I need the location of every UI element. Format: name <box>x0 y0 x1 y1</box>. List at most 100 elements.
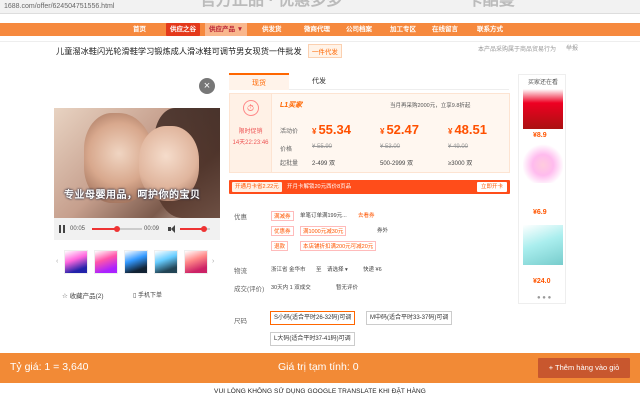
price-value: 52.47 <box>386 122 419 137</box>
size-option-l[interactable]: L大码(适合平时37-41码)可调 <box>270 332 355 346</box>
nav-item-home[interactable]: 首页 <box>133 23 146 36</box>
address-bar[interactable]: 1688.com/offer/624504751556.html 官方正品 · … <box>0 0 640 14</box>
thumbnail[interactable] <box>94 250 118 274</box>
carousel-dots[interactable]: ● ● ● <box>537 295 551 301</box>
ship-to-label: 至 <box>316 267 322 273</box>
shop-nav: 首页 供应之谷 供应产品 ▼ 供发货 微商代理 公司档案 加工专区 在线留言 联… <box>0 23 640 36</box>
price-tier-2: ¥52.47 <box>380 122 419 137</box>
recommend-image[interactable] <box>523 143 563 183</box>
chevron-down-icon: ▾ <box>345 267 348 273</box>
exchange-rate: Tỷ giá: 1 = 3,640 <box>10 361 89 373</box>
price-value: 55.34 <box>318 122 351 137</box>
tier-badge: L1买家 <box>280 102 303 109</box>
perk-text: 本店铺折扣满200元可减20元 <box>300 241 377 251</box>
nav-item-products[interactable]: 供应产品 ▼ <box>205 23 248 36</box>
perk-text: 满1000元减30元 <box>300 226 347 236</box>
video-controls: 00:05 00:09 <box>54 218 220 240</box>
open-card-button[interactable]: 立即开卡 <box>476 182 507 192</box>
row-label-moq: 起批量 <box>280 161 299 167</box>
perk-tag: 满减券 <box>271 211 294 221</box>
ship-origin: 浙江省 金华市 <box>271 267 306 273</box>
mobile-order-label: 手机下单 <box>137 293 162 299</box>
thumbnail[interactable] <box>64 250 88 274</box>
hidden-banner-text: 官方正品 · 优惠多多 卡酷曼 <box>200 0 515 9</box>
url-text: 1688.com/offer/624504751556.html <box>4 3 115 10</box>
orig-price-2: ¥ 53.00 <box>380 144 401 150</box>
perk-more-link[interactable]: 去看券 <box>358 211 375 219</box>
video-caption: 专业母婴用品，呵护你的宝贝 <box>64 190 201 201</box>
wholesale-tag: 一件代发 <box>307 44 342 58</box>
divider <box>0 36 640 42</box>
pause-icon[interactable] <box>58 225 66 233</box>
favorite-label: 收藏产品(2) <box>69 293 104 300</box>
report-link[interactable]: 举报 <box>566 44 578 54</box>
row-label-price: 价格 <box>280 147 293 153</box>
sales-label: 成交(评价) <box>234 286 265 293</box>
thumbnail[interactable] <box>124 250 148 274</box>
add-to-cart-button[interactable]: + Thêm hàng vào giỏ <box>538 358 630 378</box>
banner-right-text: 卡酷曼 <box>466 0 515 9</box>
perk-tag: 退款 <box>271 241 289 251</box>
nav-item-message[interactable]: 在线留言 <box>432 23 458 36</box>
perk-more-link[interactable]: 券外 <box>377 226 388 234</box>
thumbnail[interactable] <box>154 250 178 274</box>
size-label: 尺码 <box>234 318 247 325</box>
star-icon: ☆ <box>62 293 68 300</box>
favorite-button[interactable]: ☆ 收藏产品(2) <box>62 290 104 300</box>
chevron-right-icon[interactable]: › <box>212 258 214 265</box>
nav-item-processing[interactable]: 加工专区 <box>390 23 416 36</box>
video-time-total: 00:09 <box>144 226 160 232</box>
recommend-price: ¥24.0 <box>533 278 551 285</box>
orig-price-1: ¥ 55.90 <box>312 144 333 150</box>
nav-item-supply-valley[interactable]: 供应之谷 <box>166 23 200 36</box>
promo-label: 限时促销 <box>238 129 263 135</box>
recommend-image[interactable] <box>523 225 563 265</box>
size-option-m[interactable]: M中码(适合平时33-37码)可调 <box>366 311 453 325</box>
price-box: ⏱ 限时促销 14天22:23:46 L1买家 当月再采购2000元，立享9.8… <box>229 93 510 173</box>
ship-express: 快递 ¥6 <box>363 267 382 273</box>
banner-left-text: 官方正品 · 优惠多多 <box>200 0 343 9</box>
perk-tag: 优惠券 <box>271 226 294 236</box>
sales-text: 30天内 1 双成交 <box>271 285 311 291</box>
promo-countdown: 14天22:23:46 <box>232 140 269 146</box>
moq-2: 500-2999 双 <box>380 161 414 167</box>
price-value: 48.51 <box>454 122 487 137</box>
price-tier-1: ¥55.34 <box>312 122 351 137</box>
mobile-order-button[interactable]: ▯ 手机下单 <box>133 290 162 299</box>
video-time-current: 00:05 <box>70 226 86 232</box>
moq-1: 2-499 双 <box>312 161 336 167</box>
membership-bar: 开通月卡省2.22元 开月卡解锁20元西价8页品 立即开卡 <box>229 180 510 194</box>
chevron-left-icon[interactable]: ‹ <box>56 258 58 265</box>
recommend-panel: 买家还在看 ¥8.9 ¥6.9 ¥24.0 ● ● ● <box>518 74 566 304</box>
thumbnail[interactable] <box>184 250 208 274</box>
trade-info: 本产品采购属于商品贸易行为 <box>478 47 557 53</box>
nav-item-contact[interactable]: 联系方式 <box>477 23 503 36</box>
video-progress-slider[interactable] <box>92 226 142 232</box>
nav-item-dropship[interactable]: 供发货 <box>262 23 282 36</box>
buyer-tier: L1买家 <box>280 100 304 110</box>
nav-item-company[interactable]: 公司档案 <box>346 23 372 36</box>
tab-in-stock[interactable]: 现货 <box>229 73 289 90</box>
nav-item-agent[interactable]: 微商代理 <box>304 23 330 36</box>
video-progress-knob[interactable] <box>114 226 120 232</box>
ship-destination-select[interactable]: 请选择 ▾ <box>327 265 348 273</box>
close-icon[interactable]: × <box>199 78 215 94</box>
volume-knob[interactable] <box>201 226 207 232</box>
translate-warning: VUI LÒNG KHÔNG SỬ DỤNG GOOGLE TRANSLATE … <box>0 383 640 400</box>
volume-slider[interactable] <box>180 226 210 232</box>
shipping-label: 物流 <box>234 268 247 275</box>
size-option-s[interactable]: S小码(适合平时26-32码)可调 <box>270 311 356 325</box>
recommend-price: ¥6.9 <box>533 209 547 216</box>
cart-bar: Tỷ giá: 1 = 3,640 Giá trị tạm tính: 0 + … <box>0 353 640 383</box>
membership-text: 开月卡解锁20元西价8页品 <box>287 184 352 190</box>
tier-note: 当月再采购2000元，立享9.8折起 <box>390 103 471 109</box>
row-label-activity: 活动价 <box>280 129 299 135</box>
tab-dropship[interactable]: 代发 <box>289 73 349 90</box>
product-video[interactable]: 专业母婴用品，呵护你的宝贝 <box>54 108 220 218</box>
recommend-image[interactable] <box>523 89 563 129</box>
price-tier-3: ¥48.51 <box>448 122 487 137</box>
membership-tag: 开通月卡省2.22元 <box>232 182 282 192</box>
recommend-header: 买家还在看 <box>527 80 558 86</box>
moq-3: ≥3000 双 <box>448 161 473 167</box>
volume-icon[interactable] <box>168 225 176 233</box>
